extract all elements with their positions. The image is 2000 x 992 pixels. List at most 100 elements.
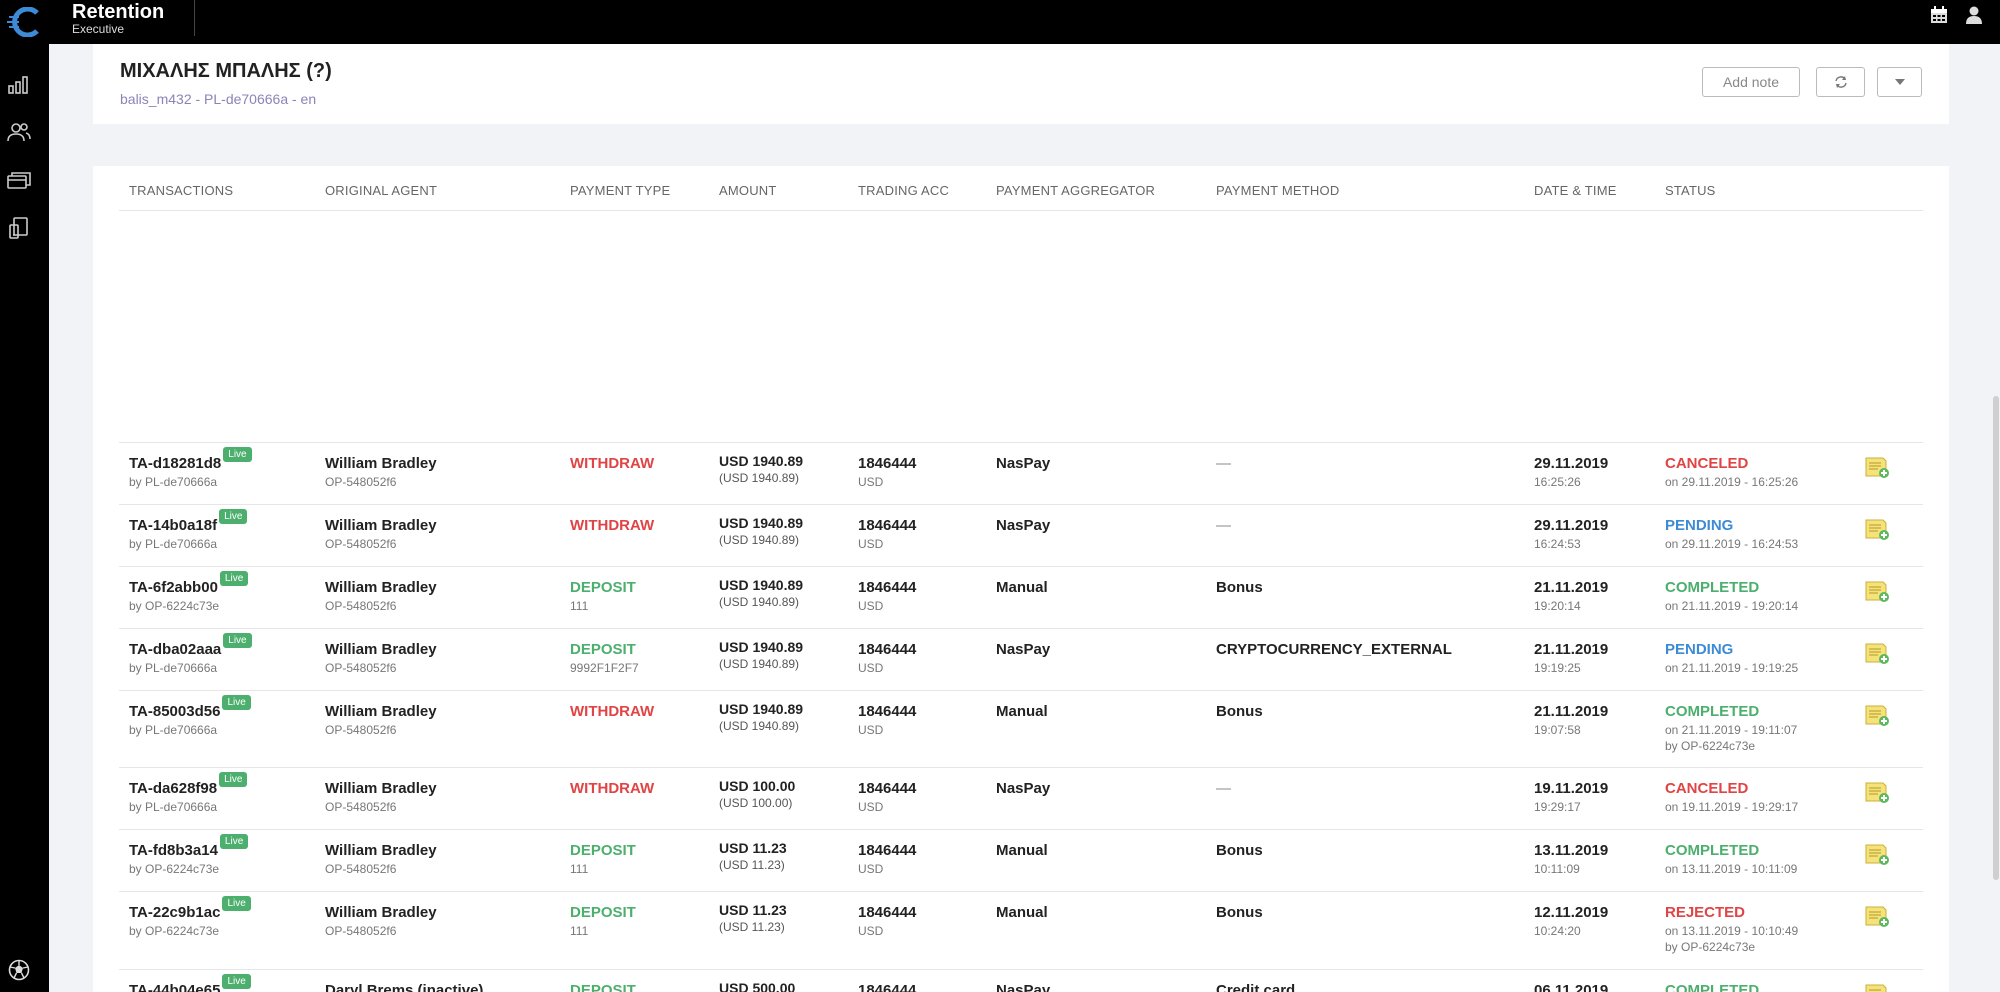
header-payment-type[interactable]: PAYMENT TYPE [570,183,670,198]
users-icon[interactable] [5,118,33,146]
transaction-id[interactable]: TA-6f2abb00 [129,579,218,596]
amount-converted: (USD 11.23) [719,920,785,934]
transaction-id[interactable]: TA-44b04e65 [129,982,220,992]
add-note-button[interactable]: Add note [1702,67,1800,97]
aggregator-cell: NasPay [996,641,1050,658]
refresh-button[interactable] [1816,67,1865,97]
cards-icon[interactable] [5,166,33,194]
transaction-id[interactable]: TA-85003d56 [129,703,220,720]
calendar-icon[interactable] [1930,6,1948,29]
add-note-icon[interactable] [1864,780,1890,804]
agent-name: William Bradley [325,641,437,658]
time: 19:19:25 [1534,661,1581,675]
add-note-icon[interactable] [1864,842,1890,866]
table-row[interactable]: TA-dba02aaaLive by PL-de70666a William Bra… [119,628,1923,690]
logo-icon[interactable] [0,0,49,44]
header-payment-method[interactable]: PAYMENT METHOD [1216,183,1339,198]
payment-type-cell: DEPOSIT 111 [570,579,636,613]
transaction-id[interactable]: TA-22c9b1ac [129,904,220,921]
payment-type-cell: WITHDRAW [570,517,654,537]
payment-aggregator: NasPay [996,517,1051,534]
table-row[interactable]: TA-44b04e65Liveby PL-de70666a Daryl Brems… [119,969,1923,992]
transaction-id[interactable]: TA-d18281d8 [129,455,221,472]
method-cell: Bonus [1216,579,1263,596]
transaction-cell: TA-dba02aaaLive by PL-de70666a [129,633,252,675]
header-trading-acc[interactable]: TRADING ACC [858,183,949,198]
amount-converted: (USD 1940.89) [719,533,800,547]
payment-method: Bonus [1216,842,1263,859]
add-note-icon[interactable] [1864,904,1890,928]
trading-acc[interactable]: 1846444 [858,982,916,992]
agent-name: Daryl Brems (inactive) [325,982,484,992]
bar-chart-icon[interactable] [5,70,33,98]
trading-acc-currency: USD [858,723,884,737]
method-cell: — [1216,455,1231,472]
add-note-icon[interactable] [1864,455,1890,479]
agent-id: OP-548052f6 [325,661,397,675]
status-date: on 19.11.2019 - 19:29:17 [1665,800,1799,814]
amount-cell: USD 500.00(USD 500.00) [719,980,795,992]
user-icon[interactable] [1966,6,1982,29]
header-amount[interactable]: AMOUNT [719,183,777,198]
header-transactions[interactable]: TRANSACTIONS [129,183,233,198]
devices-icon[interactable] [5,214,33,242]
trading-acc-currency: USD [858,924,884,938]
status-date: on 29.11.2019 - 16:24:53 [1665,537,1799,551]
add-note-icon[interactable] [1864,641,1890,665]
payment-type-cell: DEPOSIT 111 [570,842,636,876]
payment-type-cell: DEPOSITB8B46B1F59 [570,982,641,992]
add-note-icon[interactable] [1864,703,1890,727]
status-cell: COMPLETED on 21.11.2019 - 19:20:14 [1665,579,1798,615]
trading-acc[interactable]: 1846444 [858,904,916,921]
time: 19:07:58 [1534,723,1581,737]
soccer-ball-icon[interactable] [5,956,33,984]
trading-acc[interactable]: 1846444 [858,780,916,797]
date: 06.11.2019 [1534,982,1609,992]
table-row[interactable]: TA-85003d56Live by PL-de70666a William Bra… [119,690,1923,767]
trading-acc[interactable]: 1846444 [858,517,916,534]
table-row[interactable]: TA-d18281d8Live by PL-de70666a William Bra… [119,442,1923,504]
payment-aggregator: NasPay [996,455,1051,472]
add-note-icon[interactable] [1864,579,1890,603]
table-row[interactable]: TA-6f2abb00Live by OP-6224c73e William Bra… [119,566,1923,628]
date-cell: 06.11.201919:33:59 [1534,982,1608,992]
amount-converted: (USD 1940.89) [719,471,800,485]
header-payment-aggregator[interactable]: PAYMENT AGGREGATOR [996,183,1155,198]
trading-acc[interactable]: 1846444 [858,455,916,472]
method-cell: CRYPTOCURRENCY_EXTERNAL [1216,641,1452,658]
transaction-cell: TA-14b0a18fLive by PL-de70666a [129,509,248,551]
date: 19.11.2019 [1534,780,1609,797]
header-status[interactable]: STATUS [1665,183,1716,198]
live-badge: Live [219,571,249,586]
transaction-id[interactable]: TA-fd8b3a14 [129,842,218,859]
client-header: ΜΙΧΑΛΗΣ ΜΠΑΛΗΣ (?) balis_m432 - PL-de706… [93,44,1949,124]
amount: USD 11.23 [719,840,787,856]
transaction-id[interactable]: TA-da628f98 [129,780,217,797]
transaction-id[interactable]: TA-14b0a18f [129,517,217,534]
trading-acc[interactable]: 1846444 [858,579,916,596]
payment-type: DEPOSIT [570,641,636,658]
date: 21.11.2019 [1534,641,1609,658]
payment-type: DEPOSIT [570,904,636,921]
amount-converted: (USD 1940.89) [719,657,800,671]
payment-aggregator: Manual [996,842,1048,859]
status-badge: CANCELED [1665,780,1749,797]
trading-acc[interactable]: 1846444 [858,641,916,658]
trading-acc[interactable]: 1846444 [858,842,916,859]
trading-acc[interactable]: 1846444 [858,703,916,720]
payment-method: Bonus [1216,904,1263,921]
transaction-id[interactable]: TA-dba02aaa [129,641,221,658]
table-row[interactable]: TA-14b0a18fLive by PL-de70666a William Bra… [119,504,1923,566]
actions-dropdown-button[interactable] [1877,67,1922,97]
scrollbar-thumb[interactable] [1993,396,1999,880]
table-row[interactable]: TA-22c9b1acLive by OP-6224c73e William Bra… [119,891,1923,969]
header-date-time[interactable]: DATE & TIME [1534,183,1617,198]
time: 16:25:26 [1534,475,1581,489]
table-row[interactable]: TA-da628f98Live by PL-de70666a William Bra… [119,767,1923,829]
payment-type: WITHDRAW [570,455,655,472]
add-note-icon[interactable] [1864,517,1890,541]
header-original-agent[interactable]: ORIGINAL AGENT [325,183,437,198]
date: 29.11.2019 [1534,455,1609,472]
table-row[interactable]: TA-fd8b3a14Live by OP-6224c73e William Bra… [119,829,1923,891]
add-note-icon[interactable] [1864,982,1890,992]
